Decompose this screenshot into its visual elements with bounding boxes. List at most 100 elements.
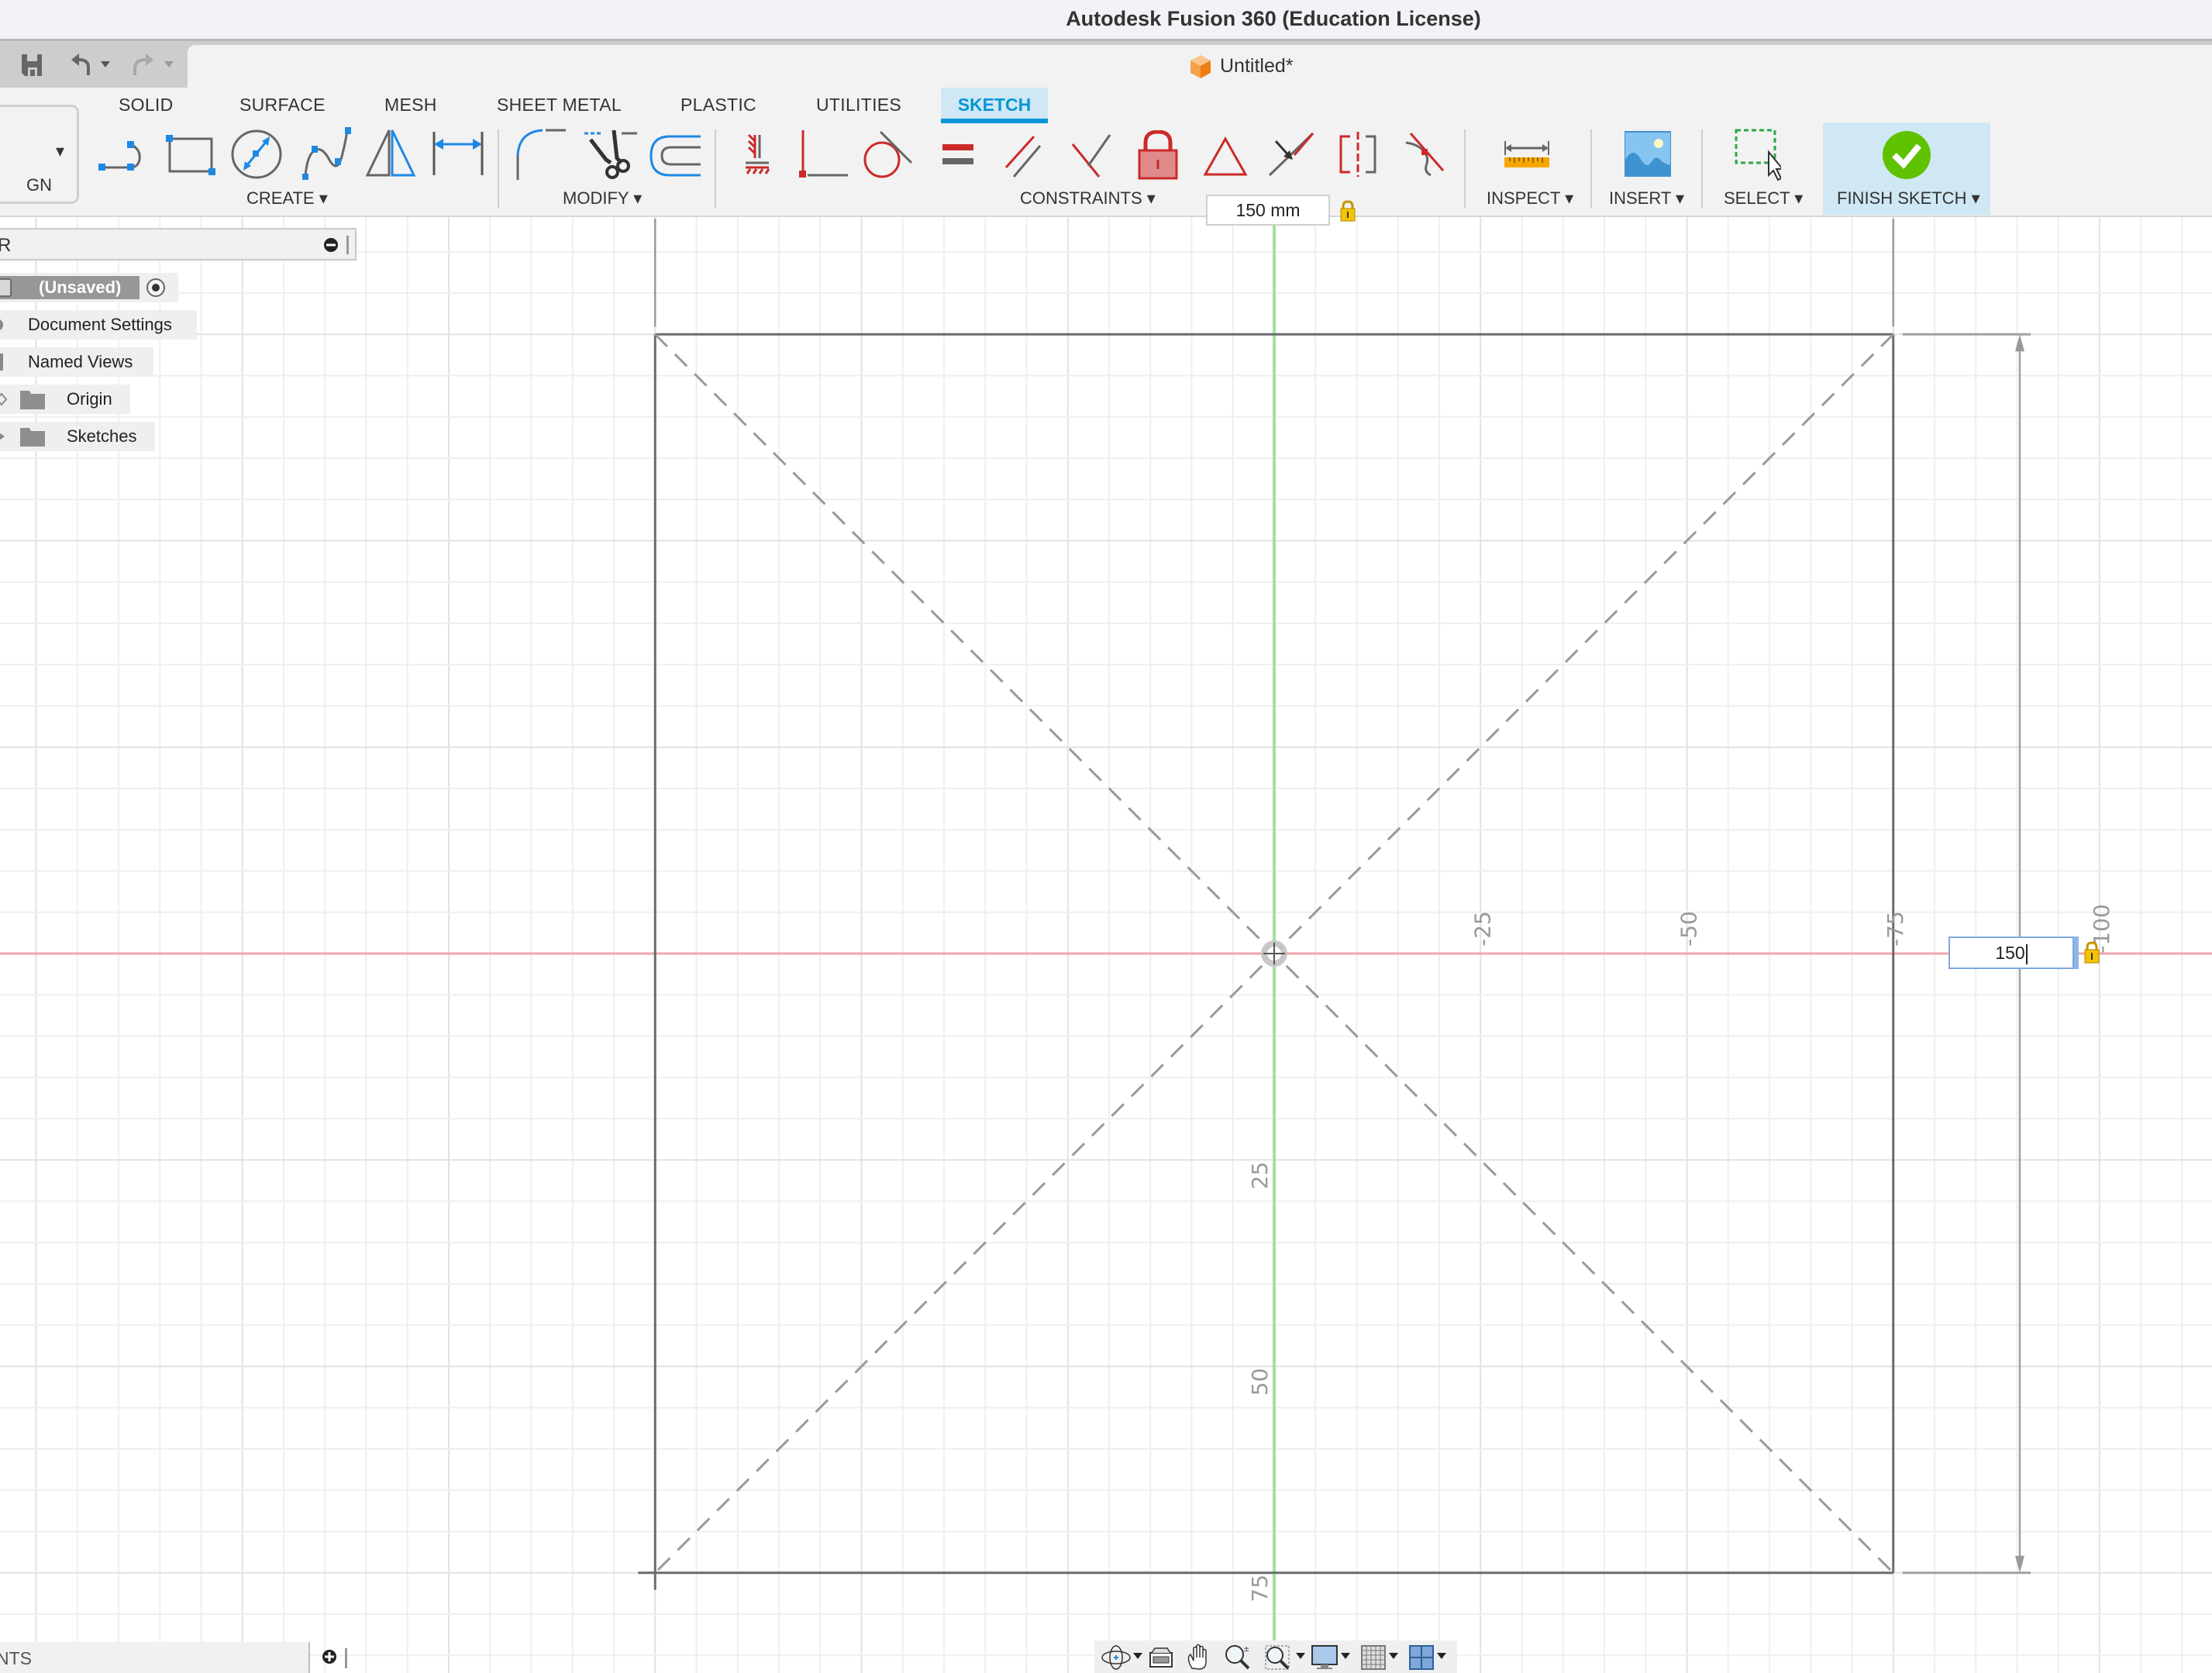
comments-panel-header[interactable]: NTS bbox=[0, 1642, 347, 1673]
horizontal-dimension-value[interactable]: 150 mm bbox=[1206, 195, 1330, 226]
ribbon-separator bbox=[1590, 129, 1592, 209]
redo-icon[interactable] bbox=[130, 52, 177, 78]
panel-resize-handle[interactable] bbox=[346, 236, 349, 254]
display-settings-icon[interactable] bbox=[1311, 1645, 1338, 1670]
dimension-icon[interactable] bbox=[431, 130, 485, 178]
collapse-icon[interactable] bbox=[323, 237, 339, 253]
trim-icon[interactable] bbox=[583, 129, 639, 181]
viewports-icon[interactable] bbox=[1409, 1645, 1434, 1670]
document-settings-label: Document Settings bbox=[28, 315, 172, 334]
tab-sketch-label: SKETCH bbox=[957, 95, 1032, 115]
browser-item-origin[interactable]: Origin bbox=[0, 385, 130, 414]
browser-title: R bbox=[0, 235, 12, 256]
tab-utilities[interactable]: UTILITIES bbox=[816, 95, 901, 116]
folder-icon bbox=[20, 391, 45, 409]
title-bar: Autodesk Fusion 360 (Education License) bbox=[0, 0, 2212, 41]
tangent-icon[interactable] bbox=[863, 130, 915, 180]
ribbon-separator bbox=[1464, 129, 1466, 209]
visibility-icon[interactable] bbox=[0, 392, 8, 406]
panel-resize-handle[interactable] bbox=[345, 1648, 347, 1668]
y-axis-tick-label: 50 bbox=[1247, 1368, 1273, 1396]
dropdown-arrow-icon[interactable] bbox=[1296, 1653, 1307, 1661]
cube-icon bbox=[1190, 55, 1211, 78]
line-icon[interactable] bbox=[96, 133, 152, 177]
mirror-icon[interactable] bbox=[364, 127, 417, 180]
dropdown-arrow-icon[interactable] bbox=[1437, 1653, 1448, 1661]
grid-settings-icon[interactable] bbox=[1361, 1645, 1386, 1670]
tab-surface[interactable]: SURFACE bbox=[239, 95, 326, 116]
undo-icon[interactable] bbox=[70, 52, 113, 78]
activate-radio-icon[interactable] bbox=[146, 278, 166, 298]
tab-sheet-metal[interactable]: SHEET METAL bbox=[497, 95, 622, 116]
modify-group-label[interactable]: MODIFY ▾ bbox=[563, 188, 642, 209]
curvature-icon[interactable] bbox=[1404, 132, 1446, 177]
document-title: Untitled* bbox=[1220, 55, 1294, 77]
browser-item-named-views[interactable]: Named Views bbox=[0, 347, 153, 377]
select-group-label[interactable]: SELECT ▾ bbox=[1724, 188, 1803, 209]
browser-item-sketches[interactable]: Sketches bbox=[0, 422, 155, 451]
fix-icon[interactable] bbox=[744, 133, 772, 177]
insert-image-icon[interactable] bbox=[1625, 130, 1671, 177]
midpoint-icon[interactable] bbox=[1268, 132, 1314, 177]
folder-icon bbox=[20, 428, 45, 447]
finish-sketch-label[interactable]: FINISH SKETCH ▾ bbox=[1837, 188, 1980, 209]
circle-icon[interactable] bbox=[229, 129, 284, 180]
tab-sketch[interactable]: SKETCH bbox=[941, 88, 1048, 123]
symmetry-icon[interactable] bbox=[1336, 130, 1380, 178]
ribbon-separator bbox=[715, 129, 716, 209]
expand-arrow-icon[interactable] bbox=[0, 429, 8, 443]
named-views-label: Named Views bbox=[28, 352, 133, 371]
finish-sketch-check-icon[interactable] bbox=[1882, 130, 1931, 180]
tab-mesh[interactable]: MESH bbox=[384, 95, 437, 116]
lock-icon[interactable] bbox=[1339, 200, 1356, 222]
dropdown-arrow-icon[interactable] bbox=[1341, 1653, 1352, 1661]
tab-plastic[interactable]: PLASTIC bbox=[680, 95, 756, 116]
fillet-icon[interactable] bbox=[515, 129, 569, 181]
browser-item-component[interactable]: (Unsaved) bbox=[0, 273, 178, 302]
lock-icon[interactable] bbox=[2083, 941, 2100, 964]
workspace-switcher[interactable]: GN ▾ bbox=[0, 105, 79, 204]
lock-icon[interactable] bbox=[1136, 130, 1180, 181]
perpendicular-icon[interactable] bbox=[1071, 133, 1111, 178]
insert-group-label[interactable]: INSERT ▾ bbox=[1609, 188, 1684, 209]
dropdown-arrow-icon[interactable] bbox=[1133, 1653, 1144, 1661]
input-edge bbox=[2074, 937, 2079, 969]
add-comment-icon[interactable] bbox=[322, 1649, 337, 1664]
workspace-label: GN ▾ bbox=[26, 141, 64, 195]
measure-icon[interactable] bbox=[1504, 141, 1550, 169]
gear-icon bbox=[0, 319, 3, 330]
y-axis-tick-label: 75 bbox=[1247, 1575, 1273, 1602]
browser-item-document-settings[interactable]: Document Settings bbox=[0, 310, 197, 340]
sketch-geometry bbox=[638, 219, 2031, 1590]
axis-labels: -25 -50 -75 -100255075 bbox=[1247, 904, 2114, 1602]
look-at-icon[interactable] bbox=[1149, 1647, 1173, 1668]
tab-solid[interactable]: SOLID bbox=[119, 95, 174, 116]
save-icon[interactable] bbox=[20, 53, 45, 78]
parallel-icon[interactable] bbox=[1003, 135, 1042, 178]
component-icon bbox=[0, 278, 12, 297]
inspect-group-label[interactable]: INSPECT ▾ bbox=[1487, 188, 1573, 209]
zoom-icon[interactable]: ± bbox=[1225, 1644, 1252, 1670]
offset-icon[interactable] bbox=[649, 135, 704, 177]
x-axis-tick-label: -25 bbox=[1469, 911, 1495, 947]
select-window-icon[interactable] bbox=[1735, 129, 1781, 183]
orbit-icon[interactable] bbox=[1101, 1645, 1132, 1670]
ribbon-separator bbox=[1701, 129, 1703, 209]
pan-icon[interactable] bbox=[1186, 1644, 1211, 1670]
rectangle-icon[interactable] bbox=[163, 133, 217, 177]
spline-icon[interactable] bbox=[299, 127, 355, 180]
equal-icon[interactable] bbox=[941, 143, 975, 166]
coincident-icon[interactable] bbox=[798, 129, 849, 178]
views-icon bbox=[0, 354, 3, 371]
create-group-label[interactable]: CREATE ▾ bbox=[246, 188, 328, 209]
x-axis-tick-label: -50 bbox=[1676, 911, 1702, 947]
dropdown-arrow-icon[interactable] bbox=[1389, 1653, 1400, 1661]
ribbon-separator bbox=[498, 129, 499, 209]
horizontal-vertical-icon[interactable] bbox=[1203, 136, 1248, 177]
browser-panel-header[interactable]: R bbox=[0, 228, 357, 260]
constraints-group-label[interactable]: CONSTRAINTS ▾ bbox=[1020, 188, 1156, 209]
zoom-window-icon[interactable] bbox=[1265, 1645, 1291, 1670]
sketch-canvas[interactable]: -25 -50 -75 -100255075 bbox=[0, 217, 2212, 1673]
y-axis-tick-label: 25 bbox=[1247, 1161, 1273, 1189]
vertical-dimension-input[interactable]: 150 bbox=[1948, 937, 2074, 969]
